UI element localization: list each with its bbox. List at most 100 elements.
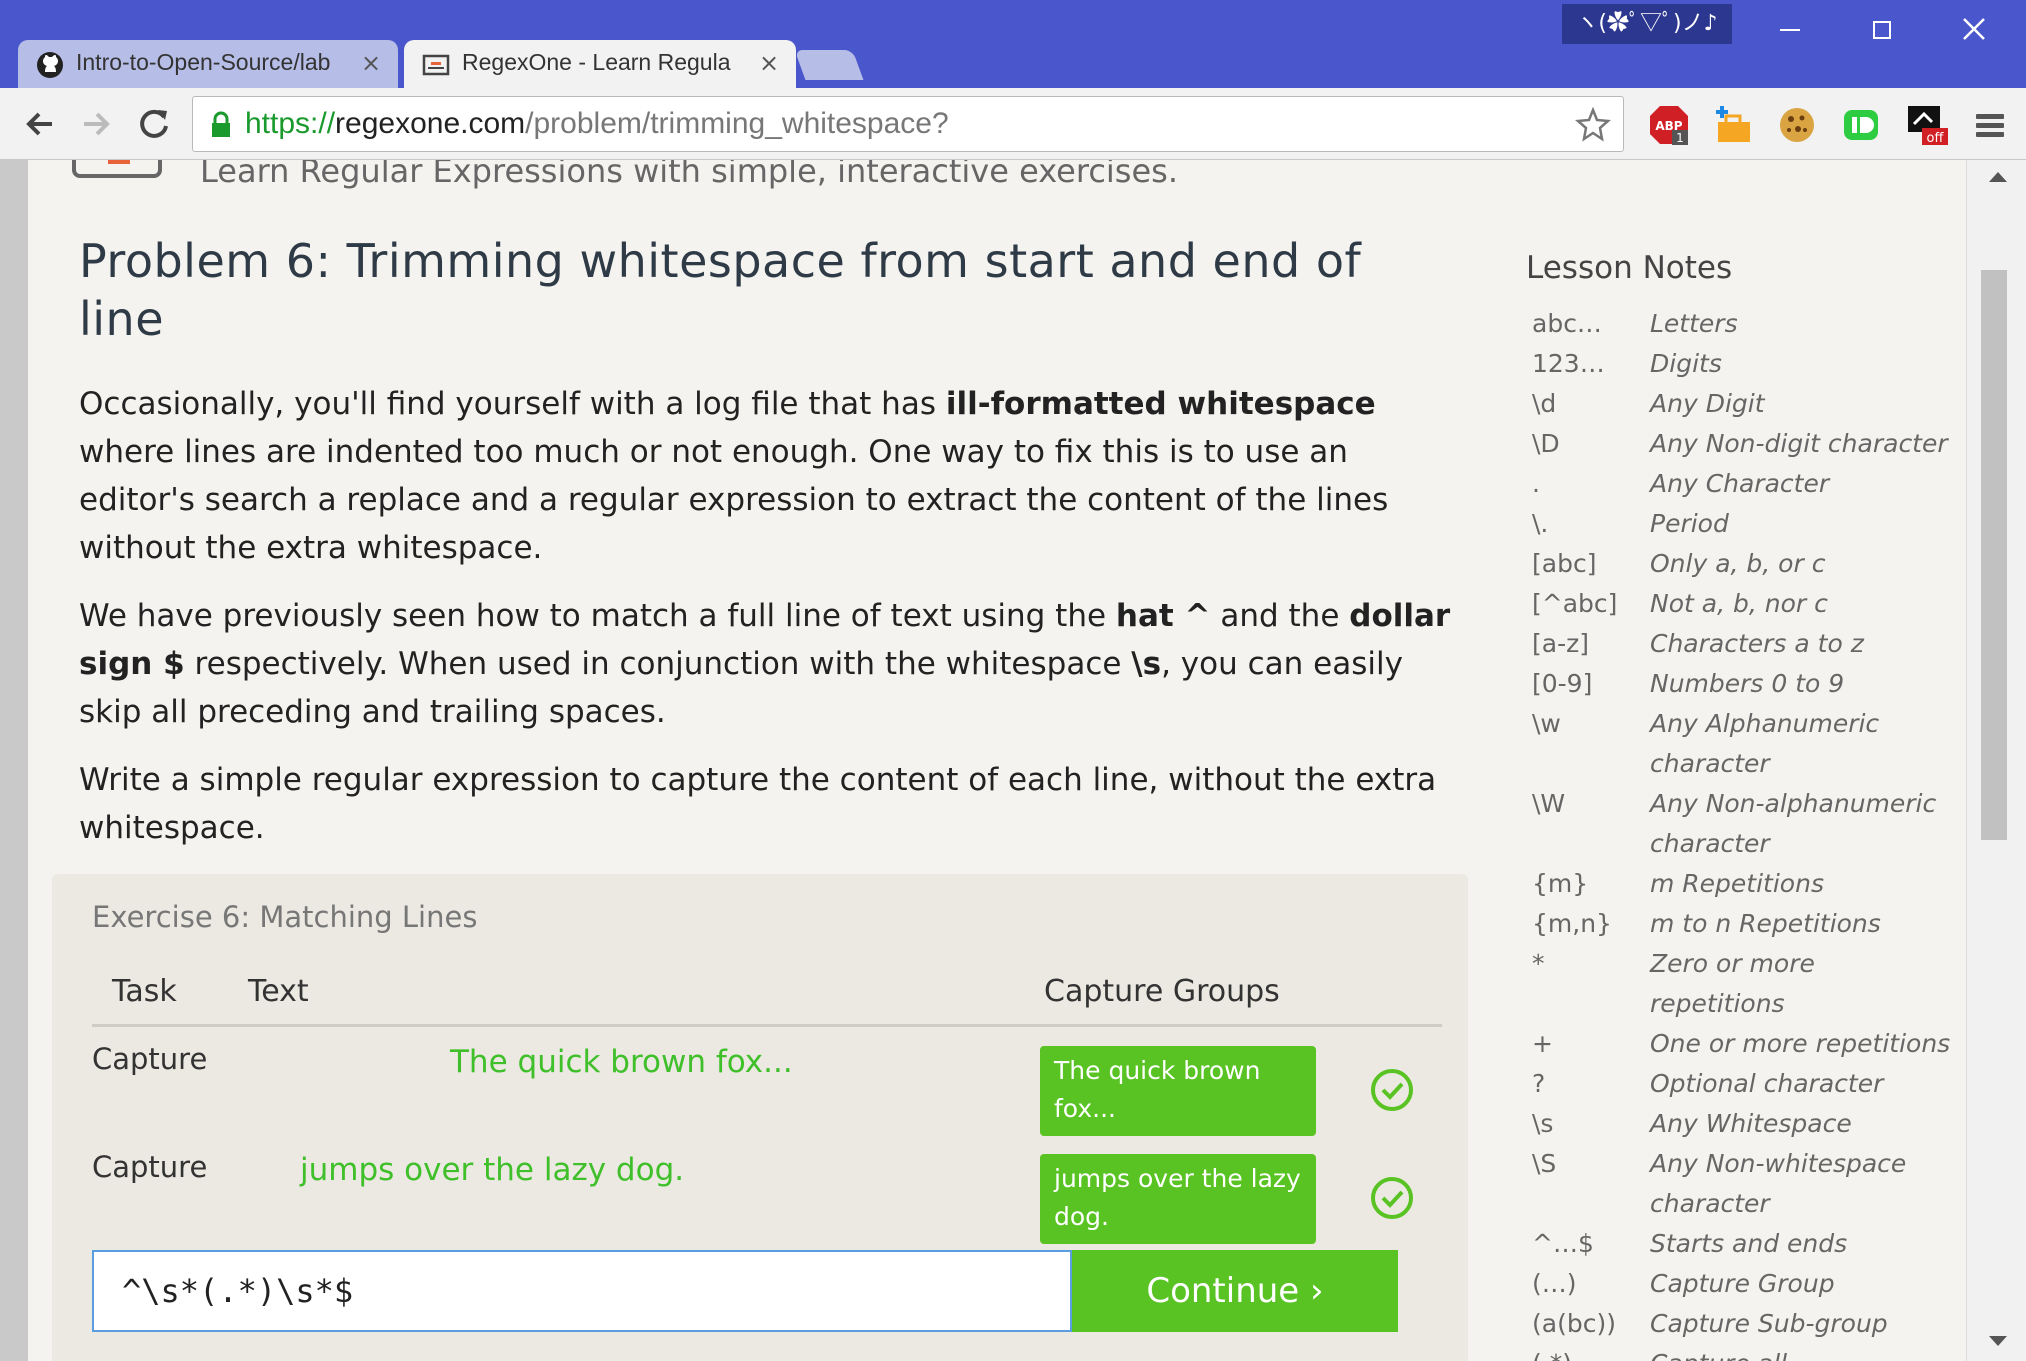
capture-group-box: jumps over the lazy dog.: [1040, 1154, 1316, 1244]
pushbullet-extension-button[interactable]: [1840, 104, 1882, 146]
lesson-note-row: \D Any Non-digit character: [1532, 424, 1952, 464]
lesson-note-description: Any Character: [1650, 469, 1830, 498]
regexone-logo[interactable]: [72, 160, 162, 178]
lesson-note-token: \S: [1532, 1149, 1557, 1178]
lesson-note-token: \.: [1532, 509, 1549, 538]
lesson-note-description: Any Whitespace: [1650, 1109, 1852, 1138]
reload-button[interactable]: [132, 102, 176, 146]
back-button[interactable]: [18, 102, 62, 146]
blocker-toggle-extension-button[interactable]: off: [1906, 104, 1948, 146]
pushbullet-icon: [1844, 110, 1878, 140]
lesson-note-description: Optional character: [1650, 1069, 1884, 1098]
text-span: where lines are indented too much or not…: [79, 434, 1389, 566]
lesson-note-token: (.*): [1532, 1344, 1642, 1361]
lesson-note-token: [a-z]: [1532, 629, 1589, 658]
page-viewport: Learn Regular Expressions with simple, i…: [0, 160, 2026, 1361]
cookie-extension-button[interactable]: [1776, 104, 1818, 146]
adblock-plus-extension-button[interactable]: ABP 1: [1648, 104, 1690, 146]
lesson-note-row: * Zero or more repetitions: [1532, 944, 1952, 1024]
lesson-notes-title: Lesson Notes: [1526, 250, 1733, 286]
tab-regexone[interactable]: RegexOne - Learn Regular ×: [404, 40, 796, 88]
row-task-label: Capture: [92, 1150, 208, 1184]
forward-button[interactable]: [74, 102, 118, 146]
window-close-button[interactable]: [1928, 6, 2020, 52]
scroll-up-arrow-icon[interactable]: [1989, 172, 2007, 182]
lesson-note-description: Capture Group: [1650, 1269, 1835, 1298]
lesson-note-description: Any Non-whitespace character: [1650, 1149, 1907, 1218]
lesson-note-row: \w Any Alphanumeric character: [1532, 704, 1952, 784]
close-icon: [1963, 18, 1985, 40]
lesson-note-row: (.*) Capture all: [1532, 1344, 1952, 1361]
tab-github[interactable]: Intro-to-Open-Source/lab ×: [18, 40, 398, 88]
new-tab-button[interactable]: [794, 50, 864, 80]
tab-close-icon[interactable]: ×: [756, 50, 782, 76]
lesson-note-description: Not a, b, nor c: [1650, 589, 1828, 618]
lesson-note-row: \d Any Digit: [1532, 384, 1952, 424]
adblock-icon: ABP 1: [1650, 106, 1688, 145]
minimize-icon: [1780, 29, 1800, 31]
lesson-note-row: \s Any Whitespace: [1532, 1104, 1952, 1144]
lesson-note-description: Letters: [1650, 309, 1738, 338]
lesson-note-token: [^abc]: [1532, 589, 1618, 618]
lesson-note-row: \. Period: [1532, 504, 1952, 544]
bookmark-star-icon[interactable]: [1575, 107, 1611, 143]
tab-close-icon[interactable]: ×: [358, 50, 384, 76]
lesson-note-row: (…) Capture Group: [1532, 1264, 1952, 1304]
regex-input[interactable]: ^\s*(.*)\s*$: [92, 1250, 1072, 1332]
url-scheme: https://: [245, 107, 336, 140]
maximize-icon: [1873, 21, 1891, 39]
lesson-note-description: m Repetitions: [1650, 869, 1824, 898]
logo-accent: [108, 160, 130, 164]
lesson-note-row: [0-9] Numbers 0 to 9: [1532, 664, 1952, 704]
abp-badge: 1: [1676, 131, 1684, 145]
lesson-note-description: Only a, b, or c: [1650, 549, 1826, 578]
scrollbar-thumb[interactable]: [1981, 270, 2007, 840]
lesson-note-token: .: [1532, 469, 1540, 498]
url-text[interactable]: https://regexone.com/problem/trimming_wh…: [245, 107, 949, 141]
lesson-note-row: (a(bc)) Capture Sub-group: [1532, 1304, 1952, 1344]
chrome-menu-button[interactable]: [1968, 104, 2010, 146]
lesson-note-description: Any Non-digit character: [1650, 429, 1948, 458]
lesson-note-token: \w: [1532, 709, 1561, 738]
lesson-note-description: Period: [1650, 509, 1729, 538]
lesson-note-description: Characters a to z: [1650, 629, 1864, 658]
lesson-note-description: Any Non-alphanumeric character: [1650, 789, 1937, 858]
site-tagline: Learn Regular Expressions with simple, i…: [200, 160, 1178, 190]
lesson-note-description: Numbers 0 to 9: [1650, 669, 1845, 698]
scroll-down-arrow-icon[interactable]: [1989, 1336, 2007, 1346]
lesson-note-row: [a-z] Characters a to z: [1532, 624, 1952, 664]
address-bar[interactable]: https://regexone.com/problem/trimming_wh…: [192, 96, 1624, 152]
lesson-note-description: Any Alphanumeric character: [1650, 709, 1880, 778]
column-header-task: Task: [112, 974, 177, 1009]
lesson-notes-list: abc… Letters 123… Digits \d Any Digit \D Any No…: [1532, 304, 1952, 1361]
bold-span: \s: [1131, 646, 1162, 682]
forward-arrow-icon: [84, 112, 110, 136]
briefcase-plus-icon: [1716, 106, 1750, 142]
text-span: and the: [1210, 598, 1350, 634]
maximize-button[interactable]: [1836, 6, 1928, 52]
lesson-note-token: \d: [1532, 389, 1557, 418]
lesson-note-description: Any Digit: [1650, 389, 1765, 418]
off-badge: off: [1927, 131, 1945, 146]
continue-button[interactable]: Continue ›: [1072, 1250, 1398, 1332]
menu-icon: [1976, 114, 2004, 119]
row-match-text: jumps over the lazy dog.: [300, 1152, 685, 1188]
vertical-scrollbar[interactable]: [1966, 160, 2026, 1361]
tab-manager-extension-button[interactable]: [1712, 104, 1754, 146]
regexone-icon: [422, 54, 450, 76]
lesson-note-token: {m,n}: [1532, 909, 1612, 938]
lesson-note-row: [abc] Only a, b, or c: [1532, 544, 1952, 584]
exercise-title: Exercise 6: Matching Lines: [92, 900, 478, 934]
lesson-note-token: \W: [1532, 789, 1566, 818]
minimize-button[interactable]: [1744, 6, 1836, 52]
lesson-note-row: \S Any Non-whitespace character: [1532, 1144, 1952, 1224]
capture-group-box: The quick brown fox...: [1040, 1046, 1316, 1136]
window-emoticon-badge: ヽ(✿ﾟ▽ﾟ)ノ♪: [1562, 4, 1732, 44]
exercise-panel: Exercise 6: Matching Lines Task Text Cap…: [52, 874, 1468, 1361]
lesson-note-token: abc…: [1532, 309, 1602, 338]
tab-title: RegexOne - Learn Regular: [462, 49, 732, 75]
lock-icon: [212, 111, 230, 137]
page-content: Learn Regular Expressions with simple, i…: [28, 160, 1966, 1361]
lesson-note-description: Capture Sub-group: [1650, 1309, 1888, 1338]
lesson-note-token: {m}: [1532, 869, 1589, 898]
